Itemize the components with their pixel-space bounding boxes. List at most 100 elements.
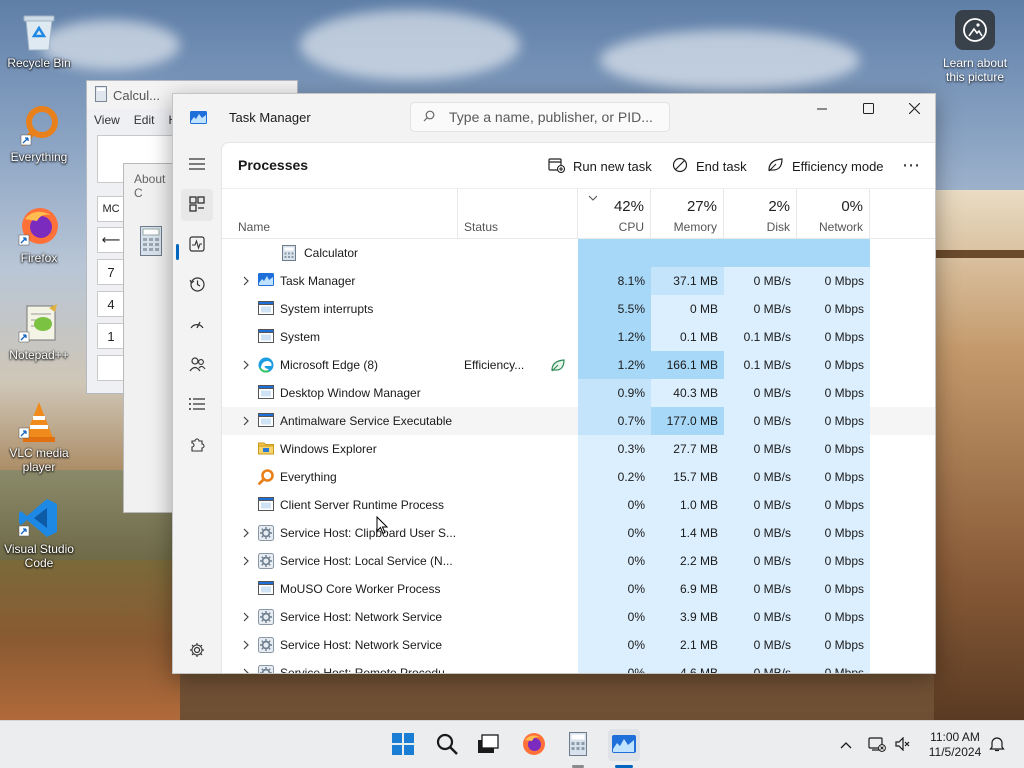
- task-manager-window[interactable]: Task Manager Type a name, publisher, or …: [172, 93, 936, 674]
- taskbar-task-manager[interactable]: [608, 729, 640, 761]
- table-row[interactable]: Service Host: Local Service (N... 0% 2.2 M…: [222, 547, 935, 575]
- table-row[interactable]: Antimalware Service Executable 0.7% 177.0 …: [222, 407, 935, 435]
- column-header-disk[interactable]: 2% Disk: [724, 189, 797, 239]
- desktop-icon-label: VLC media player: [9, 446, 69, 474]
- taskbar-calculator[interactable]: [564, 731, 592, 759]
- task-manager-titlebar[interactable]: Task Manager: [173, 94, 935, 142]
- efficiency-mode-button[interactable]: Efficiency mode: [767, 157, 884, 176]
- edge-icon: [258, 357, 274, 373]
- end-task-button[interactable]: End task: [672, 157, 747, 176]
- column-header-network[interactable]: 0% Network: [797, 189, 870, 239]
- table-row[interactable]: Service Host: Remote Procedu... 0% 4.6 MB 0…: [222, 659, 935, 673]
- table-row[interactable]: Service Host: Network Service 0% 3.9 MB 0 M…: [222, 603, 935, 631]
- calc-button-0[interactable]: [97, 355, 125, 381]
- run-new-task-button[interactable]: Run new task: [548, 157, 652, 176]
- processes-icon: [189, 195, 205, 215]
- process-search-box[interactable]: [410, 102, 670, 132]
- vscode-icon: [17, 496, 61, 540]
- table-row[interactable]: Everything 0.2% 15.7 MB 0 MB/s 0 Mbps: [222, 463, 935, 491]
- cpu-cell: 0.2%: [578, 463, 651, 491]
- show-hidden-icons-button[interactable]: [832, 731, 860, 759]
- task-view-button[interactable]: [474, 731, 502, 759]
- maximize-button[interactable]: [845, 94, 891, 126]
- hamburger-icon: [189, 157, 205, 173]
- table-row[interactable]: Calculator: [222, 239, 935, 267]
- nav-details[interactable]: [181, 389, 213, 421]
- minimize-button[interactable]: [799, 94, 845, 126]
- chevron-right-icon[interactable]: [240, 611, 252, 623]
- end-task-icon: [672, 157, 688, 176]
- system-clock[interactable]: 11:00 AM 11/5/2024: [920, 730, 990, 760]
- nav-performance[interactable]: [181, 229, 213, 261]
- calc-button-4[interactable]: 4: [97, 291, 125, 317]
- cpu-cell: 0%: [578, 547, 651, 575]
- desktop-icon-recycle-bin[interactable]: Recycle Bin: [1, 10, 77, 70]
- cpu-cell: 0%: [578, 631, 651, 659]
- calc-button-mc[interactable]: MC: [97, 196, 125, 222]
- nav-processes[interactable]: [181, 189, 213, 221]
- table-row[interactable]: Service Host: Network Service 0% 2.1 MB 0 M…: [222, 631, 935, 659]
- chevron-right-icon[interactable]: [240, 275, 252, 287]
- hamburger-menu-button[interactable]: [181, 149, 213, 181]
- desktop-icon-everything[interactable]: Everything: [1, 104, 77, 164]
- learn-about-picture[interactable]: Learn about this picture: [938, 10, 1012, 84]
- table-row[interactable]: Microsoft Edge (8) Efficiency... 1.2% 166.1…: [222, 351, 935, 379]
- calc-button-1[interactable]: 1: [97, 323, 125, 349]
- column-header-cpu[interactable]: 42% CPU: [578, 189, 651, 239]
- table-row[interactable]: Task Manager 8.1% 37.1 MB 0 MB/s 0 Mbps: [222, 267, 935, 295]
- table-row[interactable]: Service Host: Clipboard User S... 0% 1.4 M…: [222, 519, 935, 547]
- taskbar-search-button[interactable]: [433, 731, 461, 759]
- calc-menu-view[interactable]: View: [94, 113, 120, 127]
- search-icon: [423, 110, 435, 125]
- table-row[interactable]: Windows Explorer 0.3% 27.7 MB 0 MB/s 0 Mbps: [222, 435, 935, 463]
- bell-icon: [989, 736, 1005, 755]
- everything-icon: [258, 469, 274, 485]
- chevron-right-icon[interactable]: [240, 667, 252, 673]
- users-icon: [189, 356, 206, 375]
- table-row[interactable]: Desktop Window Manager 0.9% 40.3 MB 0 MB/s 0…: [222, 379, 935, 407]
- network-disconnected-icon: [868, 736, 886, 755]
- chevron-right-icon[interactable]: [240, 415, 252, 427]
- more-options-button[interactable]: ⋯: [902, 155, 921, 176]
- taskbar-firefox[interactable]: [520, 731, 548, 759]
- disk-cell: [724, 239, 797, 267]
- chevron-right-icon[interactable]: [240, 527, 252, 539]
- nav-app-history[interactable]: [181, 269, 213, 301]
- calc-button-7[interactable]: 7: [97, 259, 125, 285]
- volume-button[interactable]: [889, 731, 917, 759]
- search-input[interactable]: [449, 109, 659, 125]
- calc-button-backspace[interactable]: ⟵: [97, 227, 125, 253]
- network-cell: 0 Mbps: [797, 575, 870, 603]
- desktop-icon-vlc[interactable]: VLC media player: [1, 400, 77, 474]
- table-header: Name Status 42% CPU 27% Memory 2% Disk 0…: [222, 189, 935, 239]
- chevron-right-icon[interactable]: [240, 359, 252, 371]
- table-row[interactable]: MoUSO Core Worker Process 0% 6.9 MB 0 MB/s 0…: [222, 575, 935, 603]
- table-row[interactable]: Client Server Runtime Process 0% 1.0 MB 0 M…: [222, 491, 935, 519]
- nav-users[interactable]: [181, 349, 213, 381]
- chevron-right-icon[interactable]: [240, 555, 252, 567]
- column-header-memory[interactable]: 27% Memory: [651, 189, 724, 239]
- close-button[interactable]: [891, 94, 935, 126]
- status-cell: [464, 239, 534, 267]
- desktop-icon-vscode[interactable]: Visual Studio Code: [1, 496, 77, 570]
- nav-startup-apps[interactable]: [181, 309, 213, 341]
- table-row[interactable]: System interrupts 5.5% 0 MB 0 MB/s 0 Mbps: [222, 295, 935, 323]
- start-button[interactable]: [389, 731, 417, 759]
- desktop-icon-firefox[interactable]: Firefox: [1, 205, 77, 265]
- desktop-icon-notepadpp[interactable]: Notepad++: [1, 302, 77, 362]
- notifications-button[interactable]: [983, 731, 1011, 759]
- column-label-status: Status: [464, 220, 499, 234]
- memory-total: 27%: [686, 198, 717, 215]
- status-cell: [464, 659, 534, 673]
- column-header-status[interactable]: Status: [458, 189, 578, 239]
- table-row[interactable]: System 1.2% 0.1 MB 0.1 MB/s 0 Mbps: [222, 323, 935, 351]
- memory-cell: [651, 239, 724, 267]
- status-cell: Efficiency...: [464, 358, 525, 372]
- nav-services[interactable]: [181, 429, 213, 461]
- column-header-name[interactable]: Name: [222, 189, 458, 239]
- nav-settings[interactable]: [181, 635, 213, 667]
- process-name: Microsoft Edge (8): [280, 358, 379, 372]
- network-status-button[interactable]: [863, 731, 891, 759]
- calc-menu-edit[interactable]: Edit: [134, 113, 155, 127]
- chevron-right-icon[interactable]: [240, 639, 252, 651]
